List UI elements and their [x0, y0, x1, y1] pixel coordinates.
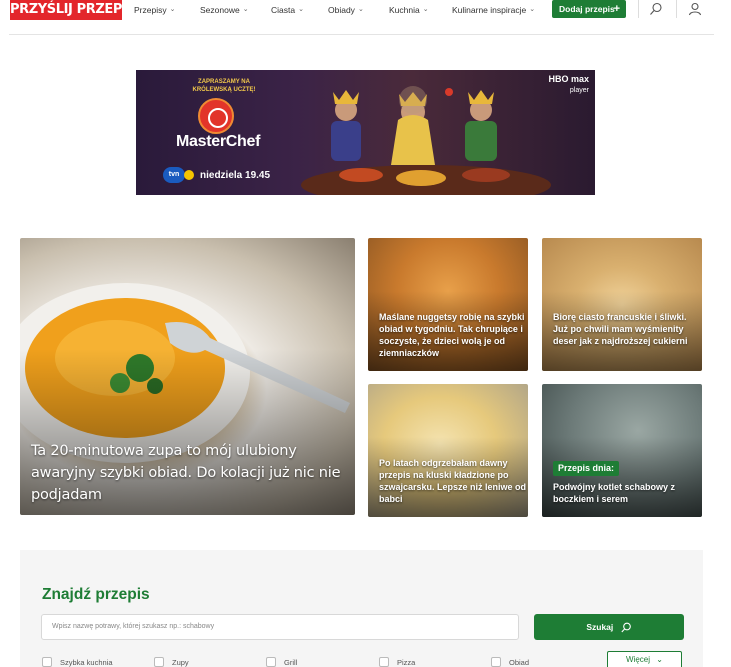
article-card-nuggets[interactable]: Maślane nuggetsy robię na szybki obiad w…	[368, 238, 528, 371]
checkbox[interactable]	[379, 657, 389, 667]
recipe-search-section: Znajdź przepis Wpisz nazwę potrawy, któr…	[20, 550, 703, 667]
filter-checkbox-pizza[interactable]: Pizza	[379, 657, 415, 667]
nav-item-sezonowe[interactable]: Sezonowe ⌄	[200, 3, 271, 17]
add-recipe-label: Dodaj przepis	[559, 4, 615, 14]
checkbox[interactable]	[42, 657, 52, 667]
card-title[interactable]: Podwójny kotlet schabowy z boczkiem i se…	[553, 481, 702, 505]
search-button[interactable]: Szukaj	[534, 614, 684, 640]
card-title[interactable]: Po latach odgrzebałam dawny przepis na k…	[379, 457, 528, 505]
ad-invite-text: ZAPRASZAMY NA KRÓLEWSKĄ UCZTĘ!	[192, 79, 256, 93]
masterchef-logo-icon	[198, 98, 234, 134]
checkbox[interactable]	[491, 657, 501, 667]
site-header: PRZYŚLIJ PRZEPIS! Przepisy ⌄ Sezonowe ⌄ Ci…	[0, 0, 731, 36]
article-card-plum-dessert[interactable]: Biorę ciasto francuskie i śliwki. Już po…	[542, 238, 702, 371]
nav-item-kuchnia[interactable]: Kuchnia ⌄	[389, 3, 452, 17]
search-icon	[621, 622, 631, 633]
filter-checkbox-obiad[interactable]: Obiad	[491, 657, 529, 667]
filter-label: Zupy	[172, 657, 189, 667]
filter-label: Obiad	[509, 657, 530, 667]
featured-article-main[interactable]: Ta 20-minutowa zupa to mój ulubiony awar…	[20, 238, 355, 515]
filter-label: Szybka kuchnia	[60, 657, 113, 667]
ad-brand: MasterChef	[176, 133, 261, 150]
tvn-logo: tvn	[163, 167, 185, 183]
site-logo[interactable]: PRZYŚLIJ PRZEPIS!	[10, 0, 141, 20]
chevron-down-icon: ⌄	[298, 6, 304, 13]
nav-item-obiady[interactable]: Obiady ⌄	[328, 3, 389, 17]
filter-label: Grill	[284, 657, 298, 667]
ad-airtime: niedziela 19.45	[200, 170, 271, 181]
chevron-down-icon: ⌄	[242, 6, 249, 13]
ad-partner: HBO max	[548, 74, 589, 84]
card-title[interactable]: Maślane nuggetsy robię na szybki obiad w…	[379, 311, 528, 359]
filter-label: Pizza	[397, 657, 416, 667]
user-icon[interactable]	[687, 2, 703, 16]
filter-checkbox-grill[interactable]: Grill	[266, 657, 297, 667]
article-card-kluski[interactable]: Po latach odgrzebałam dawny przepis na k…	[368, 384, 528, 517]
nav-label: Ciasta	[271, 5, 296, 15]
ad-banner[interactable]: ZAPRASZAMY NA KRÓLEWSKĄ UCZTĘ! MasterChe…	[136, 70, 595, 195]
search-button-label: Szukaj	[586, 622, 614, 632]
chevron-down-icon: ⌄	[656, 655, 663, 664]
nav-item-przepisy[interactable]: Przepisy ⌄	[134, 3, 200, 17]
chevron-down-icon: ⌄	[422, 6, 429, 13]
nav-label: Kuchnia	[389, 5, 420, 15]
filter-checkbox-zupy[interactable]: Zupy	[154, 657, 189, 667]
nav-item-ciasta[interactable]: Ciasta ⌄	[271, 3, 328, 17]
header-divider	[676, 0, 677, 18]
search-icon[interactable]	[648, 2, 664, 16]
card-title[interactable]: Ta 20-minutowa zupa to mój ulubiony awar…	[31, 440, 349, 506]
chevron-down-icon: ⌄	[169, 6, 176, 13]
more-filters-label: Więcej	[626, 655, 651, 664]
more-filters-button[interactable]: Więcej ⌄	[607, 651, 682, 667]
search-heading: Znajdź przepis	[42, 586, 150, 603]
nav-item-inspiracje[interactable]: Kulinarne inspiracje ⌄	[452, 3, 535, 17]
hbo-max-logo: HBO max player	[548, 75, 589, 95]
nav-label: Obiady	[328, 5, 355, 15]
recipe-of-day-badge: Przepis dnia:	[553, 461, 620, 476]
filter-checkbox-szybka-kuchnia[interactable]: Szybka kuchnia	[42, 657, 113, 667]
tvn-dot-icon	[184, 170, 194, 180]
ad-feast-illustration	[301, 86, 551, 195]
add-recipe-button[interactable]: Dodaj przepis +	[552, 0, 626, 18]
chevron-down-icon: ⌄	[529, 6, 536, 13]
nav-label: Przepisy	[134, 5, 167, 15]
checkbox[interactable]	[154, 657, 164, 667]
nav-label: Sezonowe	[200, 5, 240, 15]
checkbox[interactable]	[266, 657, 276, 667]
chevron-down-icon: ⌄	[357, 6, 364, 13]
ad-partner-sub: player	[569, 87, 589, 94]
header-divider	[638, 0, 639, 18]
plus-icon: +	[613, 3, 620, 15]
card-title[interactable]: Biorę ciasto francuskie i śliwki. Już po…	[553, 311, 702, 347]
main-nav: Przepisy ⌄ Sezonowe ⌄ Ciasta ⌄ Obiady ⌄ Kuch…	[134, 3, 535, 17]
card-gradient-overlay	[542, 437, 702, 517]
nav-label: Kulinarne inspiracje	[452, 5, 527, 15]
search-input[interactable]: Wpisz nazwę potrawy, której szukasz np.:…	[41, 614, 519, 640]
article-card-recipe-of-day[interactable]: Przepis dnia: Podwójny kotlet schabowy z…	[542, 384, 702, 517]
header-rule	[9, 34, 714, 35]
